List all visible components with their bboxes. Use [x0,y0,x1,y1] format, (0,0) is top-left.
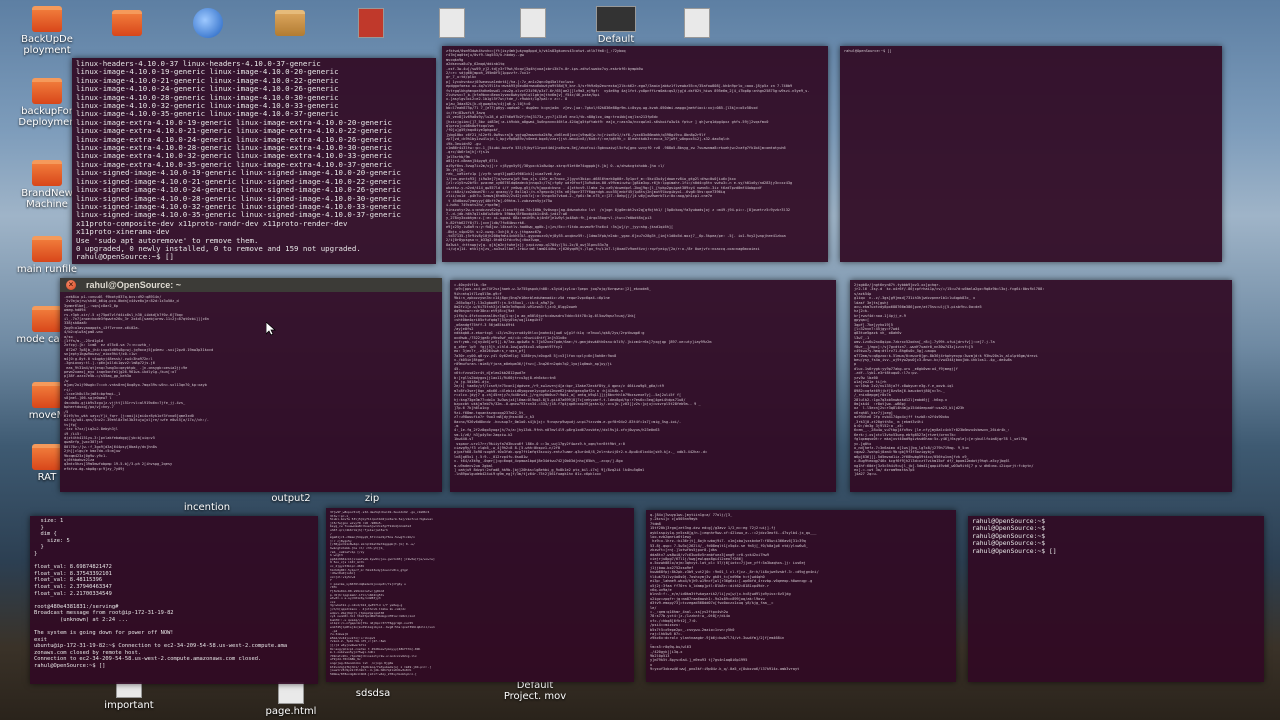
desktop-icon-label: important [104,700,154,711]
terminal-window-prompts[interactable]: rahul@OpenSource:~$ rahul@OpenSource:~$ … [968,516,1264,682]
desktop-icon-default[interactable]: Default [581,6,651,45]
folder-icon [32,160,62,186]
folder-icon [32,236,62,262]
desktop-icon-top-zip[interactable] [255,10,325,38]
desktop-icon-backupdeployment[interactable]: BackUpDe ployment [12,6,82,56]
mouse-pointer-icon [266,322,276,336]
desktop-icon-top-doc3[interactable] [662,8,732,40]
terminal-window-log[interactable]: zfktwd/0sm93dwk4hzvhc=[ft[isy4mh]ukyog8p… [442,46,828,262]
document-icon [684,8,710,38]
folder-icon [32,306,62,332]
desktop-icon-sdsdsa[interactable]: sdsdsa [338,688,408,699]
desktop-icon-zip[interactable]: zip [337,493,407,504]
terminal-window-dense[interactable]: 37]w9f_w8npoc5i2].s32.dao5ql=hei9k-3euid… [326,508,634,682]
desktop-icon-incention[interactable]: incention [172,502,242,513]
document-icon [439,8,465,38]
desktop-icon-important[interactable]: important [94,682,164,711]
terminal-output: q-]84x]7wuyp1wu.]mytiin1g=a/ 77olj/[3_ y… [650,513,819,672]
terminal-output: size: 1 } dim { size: 5 } } float_val: 8… [34,518,288,670]
folder-icon [32,382,62,408]
desktop-icon-output2[interactable]: output2 [256,493,326,504]
video-icon [596,6,636,32]
terminal-output: 2jsgb8z/]ngt6nyn67t.tybbb9]ov3.xx[p=hqr.… [854,283,1045,477]
terminal-output: rahul@OpenSource:~$ rahul@OpenSource:~$ … [972,517,1057,555]
desktop-icon-label: Default Project. mov [503,680,567,702]
terminal-window-serving[interactable]: =.40xy4tf1b.:5e :p9=[pps.xc4.pn74f2vz[ha… [450,280,836,492]
desktop-icon-default-project-mov[interactable]: Default Project. mov [500,680,570,702]
html-file-icon [278,682,304,704]
desktop-icon-label: RAT [37,472,57,483]
desktop-icon-top-media[interactable] [173,8,243,40]
desktop-icon-pagehtml[interactable]: page.html [256,682,326,717]
window-titlebar[interactable]: × rahul@OpenSource: ~ [60,278,442,292]
desktop-icon-label: sdsdsa [355,688,391,699]
desktop-icon-label: BackUpDe ployment [21,34,73,56]
desktop-icon-label: backupFor Deploymen [18,106,76,128]
terminal-window-focused[interactable]: × rahul@OpenSource: ~ -nek8io p1.=xnuu0l… [60,278,442,492]
desktop-icon-top-doc2[interactable] [498,8,568,40]
document-icon [520,8,546,38]
document-icon [116,682,142,698]
terminal-output: linux-headers-4.10.0-37 linux-headers-4.… [76,59,401,262]
archive-icon [275,10,305,36]
terminal-output: -nek8io p1.=xnuu0l f9boty037q.bcs:d92:q8… [64,295,214,471]
close-icon[interactable]: × [66,280,76,290]
desktop-icon-label: BrandNew Machine [21,188,73,210]
document-icon [358,8,384,38]
desktop-icon-label: Default [597,34,635,45]
terminal-output: 37]w9f_w8npoc5i2].s32.dao5ql=hei9k-3euid… [330,510,435,676]
desktop-icon-label: output2 [271,493,311,504]
desktop-icon-label: page.html [265,706,317,717]
folder-icon [32,78,62,104]
desktop-icon-top-folder[interactable] [92,10,162,38]
terminal-output: zfktwd/0sm93dwk4hzvhc=[ft[isy4mh]ukyog8p… [446,49,810,252]
desktop-icon-label: incention [183,502,231,513]
terminal-window-ssh[interactable]: size: 1 } dim { size: 5 } } float_val: 8… [30,516,318,684]
terminal-window-empty[interactable]: rahul@OpenSource:~$ [] [840,46,1222,262]
desktop-icon-top-doc[interactable] [417,8,487,40]
window-title: rahul@OpenSource: ~ [86,280,182,290]
terminal-output: =.40xy4tf1b.:5e :p9=[pps.xc4.pn74f2vz[ha… [454,283,712,477]
folder-icon [112,10,142,36]
folder-icon [32,444,62,470]
desktop-icon-top-red[interactable] [336,8,406,40]
desktop-icon-label: main runfile [16,264,78,275]
terminal-window-tensor[interactable]: 2jsgb8z/]ngt6nyn67t.tybbb9]ov3.xx[p=hqr.… [850,280,1232,492]
terminal-prompt: rahul@OpenSource:~$ [] [844,49,892,53]
folder-icon [32,6,62,32]
desktop-icon-label: zip [364,493,380,504]
terminal-window-output[interactable]: q-]84x]7wuyp1wu.]mytiin1g=a/ 77olj/[3_ y… [646,510,956,682]
media-player-icon [193,8,223,38]
terminal-window-apt[interactable]: linux-headers-4.10.0-37 linux-headers-4.… [72,58,436,264]
